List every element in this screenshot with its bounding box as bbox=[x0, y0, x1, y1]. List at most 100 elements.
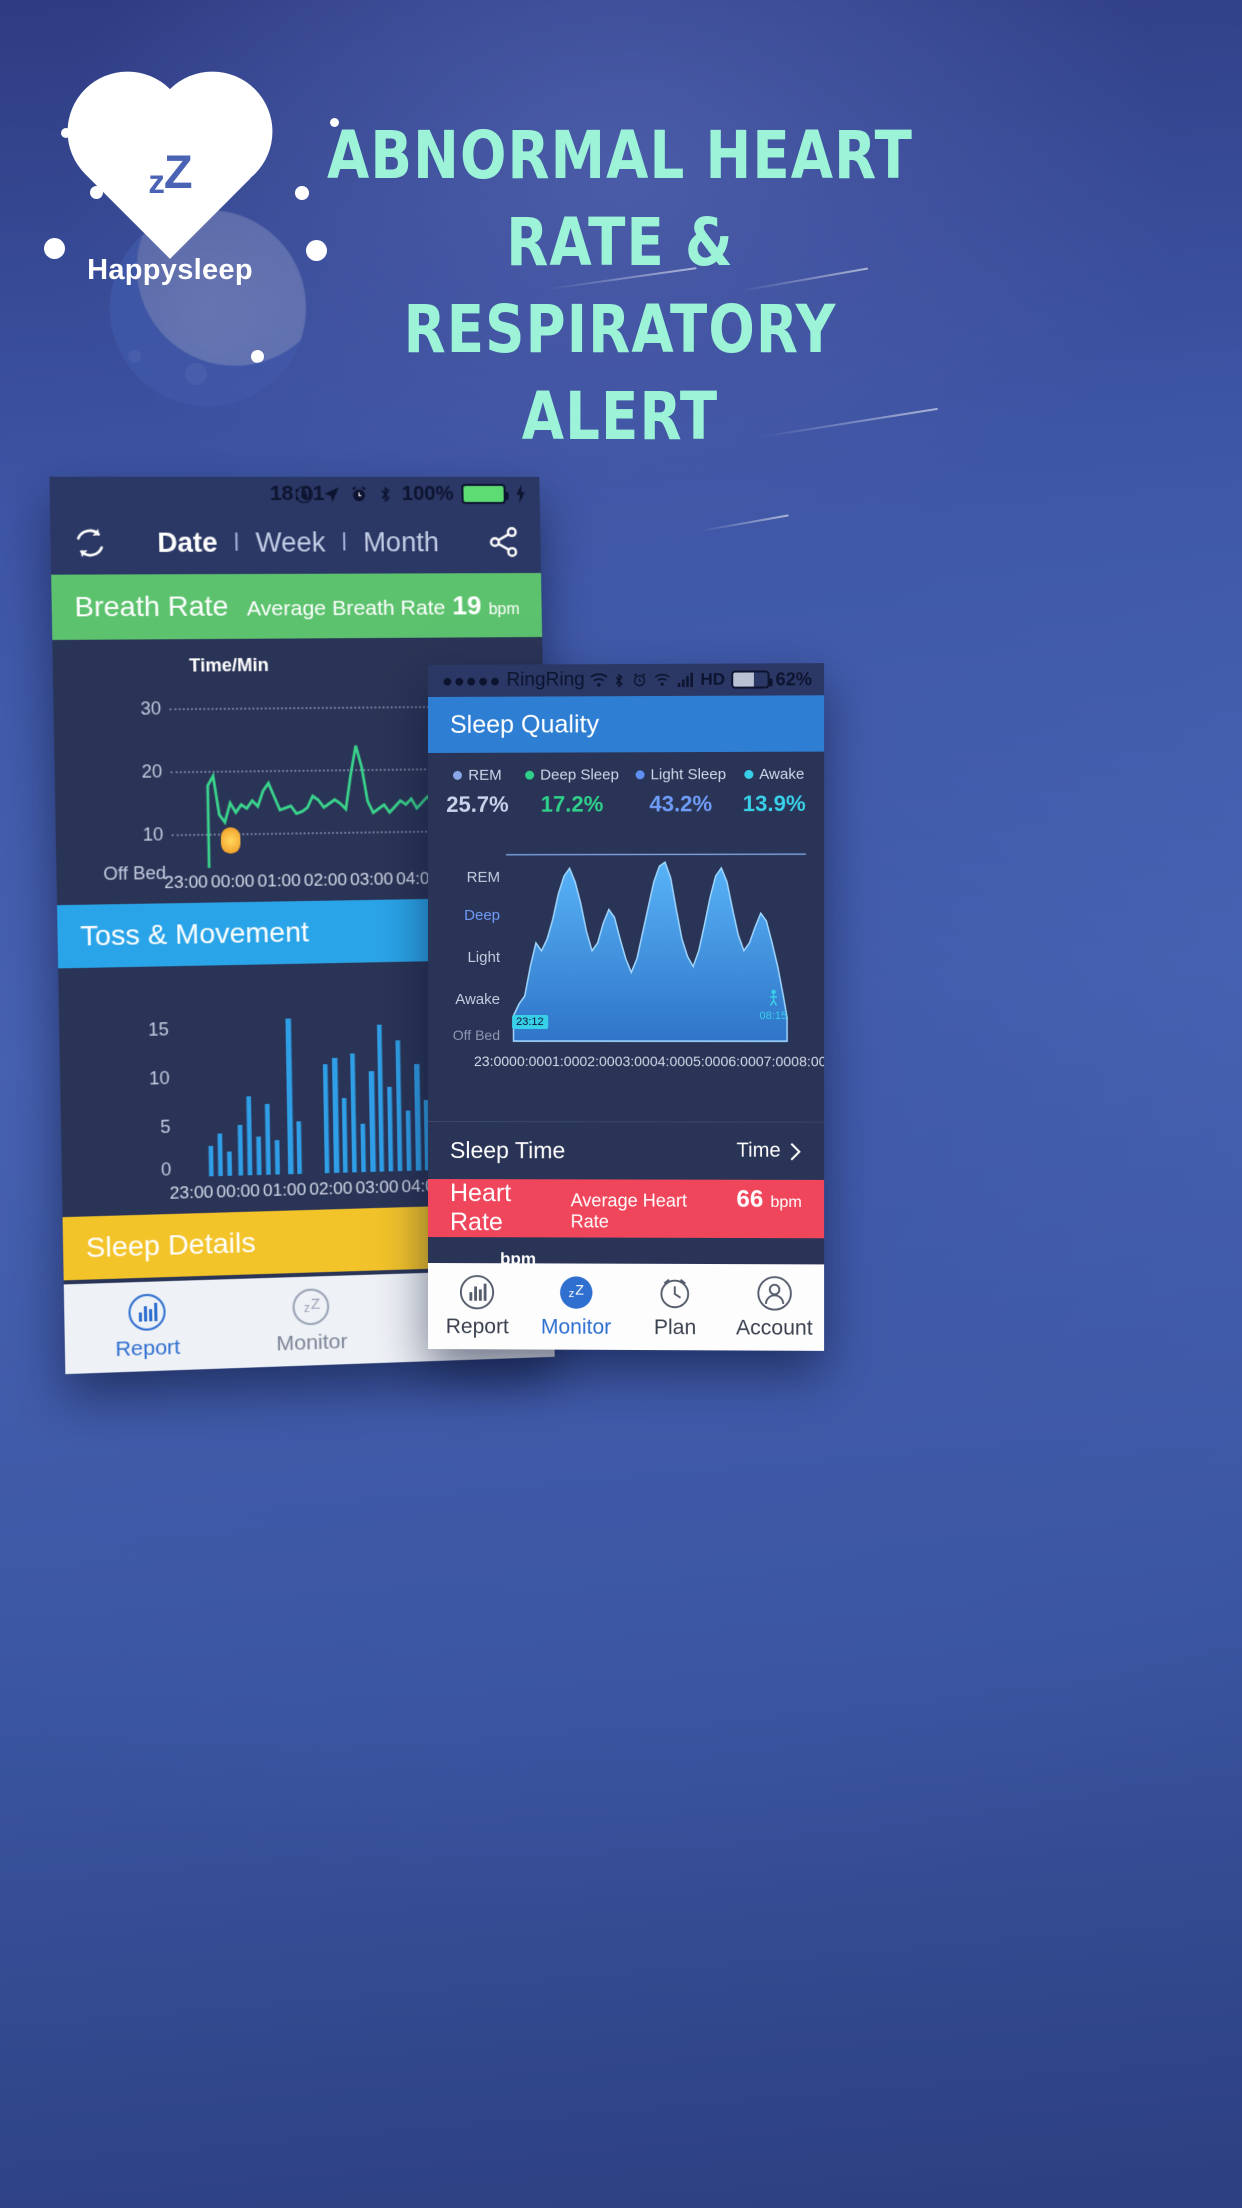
bottom-nav-plan[interactable]: Plan bbox=[626, 1274, 725, 1341]
legend-percent: 25.7% bbox=[446, 791, 509, 817]
sleep-x-tick: 01:00 bbox=[544, 1053, 580, 1070]
toss-y-tick: 0 bbox=[160, 1159, 172, 1180]
breath-y-tick: 30 bbox=[140, 698, 162, 719]
toss-y-tick: 5 bbox=[160, 1116, 171, 1138]
bottom-nav-monitor[interactable]: z Z Monitor bbox=[229, 1284, 393, 1358]
sleep-x-tick: 02:00 bbox=[579, 1053, 615, 1070]
bottom-nav-account[interactable]: Account bbox=[725, 1274, 824, 1341]
headline-line-1: ABNORMAL HEART RATE & bbox=[327, 117, 913, 282]
charging-bolt-icon bbox=[515, 484, 525, 503]
sleep-x-tick: 07:00 bbox=[755, 1053, 792, 1070]
bottom-nav-monitor-label: Monitor bbox=[540, 1315, 612, 1339]
heart-avg-value: 66 bbox=[736, 1185, 764, 1213]
clock-icon bbox=[656, 1274, 694, 1312]
breath-rate-title: Breath Rate bbox=[74, 590, 229, 623]
sleep-details-title: Sleep Details bbox=[85, 1226, 256, 1264]
bottom-nav-report-label: Report bbox=[445, 1315, 509, 1339]
alarm-icon bbox=[632, 672, 648, 688]
toss-y-tick: 15 bbox=[148, 1019, 170, 1040]
legend-color-dot bbox=[744, 769, 754, 779]
sleep-end-time: 08:15 bbox=[759, 1010, 788, 1023]
toss-y-tick: 10 bbox=[148, 1067, 170, 1089]
breath-rate-header[interactable]: Breath Rate Average Breath Rate 19 bpm bbox=[51, 572, 543, 640]
left-top-nav: Date l Week l Month bbox=[50, 510, 542, 575]
sleep-y-tick: Awake bbox=[455, 990, 501, 1009]
sleep-y-tick: Deep bbox=[464, 906, 501, 924]
legend-item: Awake 13.9% bbox=[743, 766, 806, 817]
breath-y-tick: 20 bbox=[141, 761, 163, 782]
bottom-nav-report[interactable]: Report bbox=[64, 1289, 230, 1364]
nav-separator: l bbox=[233, 528, 240, 556]
phone-right: ●●●●● RingRing HD 62% Sleep Quality REM … bbox=[428, 663, 825, 1351]
legend-color-dot bbox=[635, 770, 645, 780]
bottom-nav-monitor-label: Monitor bbox=[276, 1329, 348, 1356]
left-nav-tabs: Date l Week l Month bbox=[108, 527, 486, 559]
page-title: ABNORMAL HEART RATE & RESPIRATORY ALERT bbox=[303, 112, 938, 460]
rotation-lock-icon bbox=[294, 484, 314, 503]
breath-x-tick: 03:00 bbox=[349, 869, 394, 890]
decor-streak bbox=[699, 514, 789, 532]
logo-z-large: Z bbox=[163, 144, 193, 198]
tab-date[interactable]: Date bbox=[157, 527, 218, 559]
legend-label: Awake bbox=[759, 765, 805, 783]
tab-week[interactable]: Week bbox=[255, 527, 325, 558]
phone-right-screen: ●●●●● RingRing HD 62% Sleep Quality REM … bbox=[428, 663, 825, 1351]
bar-chart-icon bbox=[126, 1291, 168, 1333]
wifi-icon bbox=[654, 673, 671, 686]
sleep-zz-icon: z Z bbox=[291, 1286, 332, 1328]
sleep-time-row[interactable]: Sleep Time Time bbox=[428, 1121, 825, 1180]
legend-percent: 17.2% bbox=[540, 791, 604, 817]
svg-text:z: z bbox=[568, 1288, 574, 1300]
toss-x-tick: 03:00 bbox=[355, 1177, 399, 1198]
refresh-icon[interactable] bbox=[71, 525, 109, 562]
breath-avg-unit: bpm bbox=[488, 600, 520, 618]
bottom-nav-monitor[interactable]: z Z Monitor bbox=[527, 1273, 626, 1340]
legend-percent: 13.9% bbox=[742, 790, 806, 817]
heart-rate-title: Heart Rate bbox=[450, 1179, 512, 1237]
legend-item: Deep Sleep 17.2% bbox=[525, 766, 619, 817]
sleep-quality-chart: REM 25.7% Deep Sleep 17.2% Light Sleep 4… bbox=[428, 751, 825, 1122]
toss-x-tick: 01:00 bbox=[262, 1179, 307, 1201]
battery-icon bbox=[461, 483, 506, 504]
sleep-x-tick: 23:00 bbox=[474, 1053, 510, 1070]
legend-percent: 43.2% bbox=[649, 791, 713, 817]
toss-x-tick: 00:00 bbox=[216, 1181, 261, 1202]
share-icon[interactable] bbox=[486, 525, 521, 559]
sleep-quality-header[interactable]: Sleep Quality bbox=[428, 695, 825, 753]
heart-avg-label: Average Heart Rate bbox=[570, 1189, 687, 1232]
breath-y-axis-label: Time/Min bbox=[188, 654, 269, 676]
heart-avg-unit: bpm bbox=[770, 1193, 802, 1211]
legend-color-dot bbox=[525, 770, 535, 780]
zz-glyph: zZ bbox=[110, 114, 230, 234]
sleep-x-axis: 23:00 00:00 01:00 02:00 03:00 04:00 05:0… bbox=[458, 1053, 824, 1070]
breath-x-tick: 23:00 bbox=[164, 872, 209, 893]
bottom-nav-report-label: Report bbox=[115, 1335, 181, 1362]
walking-person-icon bbox=[766, 989, 780, 1007]
signal-dots-icon: ●●●●● bbox=[441, 670, 502, 691]
toss-movement-title: Toss & Movement bbox=[80, 916, 310, 952]
bluetooth-icon bbox=[376, 484, 394, 503]
sleep-stage-legend: REM 25.7% Deep Sleep 17.2% Light Sleep 4… bbox=[428, 752, 824, 820]
legend-item: REM 25.7% bbox=[446, 767, 508, 818]
tab-month[interactable]: Month bbox=[363, 527, 439, 558]
heart-rate-header[interactable]: Heart Rate Average Heart Rate 66 bpm bbox=[428, 1179, 825, 1239]
sleep-time-label: Sleep Time bbox=[450, 1137, 566, 1164]
nav-separator: l bbox=[341, 528, 348, 555]
sleep-y-tick: Off Bed bbox=[452, 1027, 501, 1044]
sleep-y-tick: REM bbox=[466, 868, 501, 886]
wifi-icon bbox=[590, 672, 609, 687]
bottom-nav-report[interactable]: Report bbox=[428, 1273, 527, 1339]
svg-text:Z: Z bbox=[311, 1296, 321, 1313]
sleep-end-marker: 08:15 bbox=[759, 989, 787, 1022]
chevron-right-icon bbox=[789, 1141, 802, 1161]
bottom-nav-account-label: Account bbox=[736, 1316, 813, 1340]
bar-chart-icon bbox=[458, 1273, 496, 1311]
app-logo: zZ Happysleep bbox=[40, 86, 300, 296]
sleep-x-tick: 05:00 bbox=[685, 1053, 721, 1070]
hd-label: HD bbox=[700, 669, 726, 689]
breath-x-tick: 01:00 bbox=[257, 870, 302, 891]
legend-label: Light Sleep bbox=[650, 766, 727, 784]
breath-avg-value: 19 bbox=[452, 589, 482, 620]
sleep-start-time: 23:12 bbox=[516, 1016, 544, 1029]
location-icon bbox=[324, 486, 339, 502]
